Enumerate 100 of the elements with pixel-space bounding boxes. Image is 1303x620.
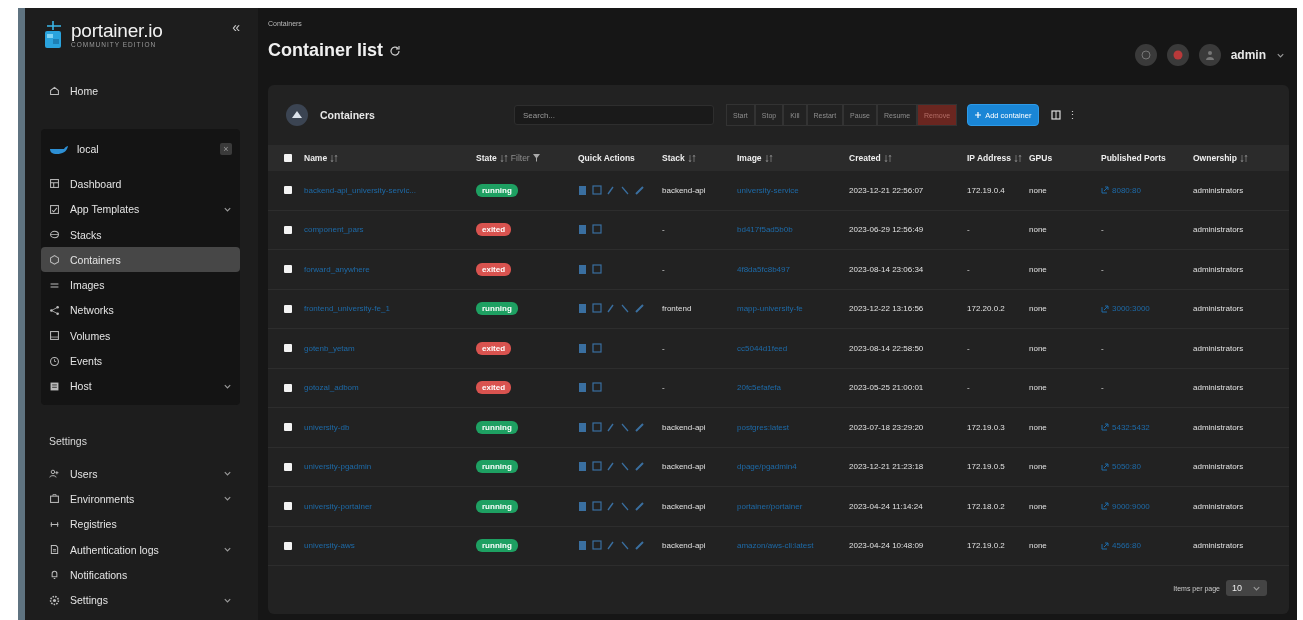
checkbox[interactable] <box>284 502 292 511</box>
checkbox[interactable] <box>284 304 292 313</box>
image-link[interactable]: university-service <box>737 185 849 195</box>
checkbox[interactable] <box>284 423 292 432</box>
terminal-icon[interactable] <box>592 421 602 433</box>
file-icon[interactable] <box>578 421 588 433</box>
sidebar-item[interactable]: Host <box>41 373 240 399</box>
container-name-link[interactable]: component_pars <box>304 225 476 235</box>
image-link[interactable]: 20fc5efafefa <box>737 383 849 393</box>
checkbox[interactable] <box>284 383 292 392</box>
column-header[interactable]: Name <box>304 153 328 163</box>
column-header[interactable]: Ownership <box>1193 153 1237 163</box>
container-name-link[interactable]: gotenb_yetam <box>304 343 476 353</box>
file-icon[interactable] <box>578 224 588 236</box>
terminal-icon[interactable] <box>592 303 602 315</box>
image-link[interactable]: bd417f5ad5b0b <box>737 225 849 235</box>
image-link[interactable]: postgres:latest <box>737 422 849 432</box>
checkbox[interactable] <box>284 225 292 234</box>
sidebar-item[interactable]: Volumes <box>41 323 240 349</box>
filter-label[interactable]: Filter <box>510 153 530 163</box>
image-link[interactable]: cc5044d1feed <box>737 343 849 353</box>
terminal-icon[interactable] <box>592 263 602 275</box>
container-name-link[interactable]: frontend_university-fe_1 <box>304 304 476 314</box>
terminal-icon[interactable] <box>592 382 602 394</box>
port-link[interactable]: 3000:3000 <box>1101 304 1193 314</box>
sidebar-item[interactable]: Stacks <box>41 221 240 248</box>
collapse-button[interactable]: « <box>232 20 240 34</box>
sidebar-item[interactable]: Dashboard <box>41 171 240 197</box>
image-link[interactable]: 4f8da5fc8b497 <box>737 264 849 274</box>
filter-icon[interactable] <box>532 154 540 162</box>
refresh-icon[interactable] <box>389 44 401 57</box>
username[interactable]: admin <box>1230 48 1266 62</box>
file-icon[interactable] <box>578 461 588 473</box>
slash-icon[interactable] <box>620 540 630 552</box>
terminal-icon[interactable] <box>592 184 602 196</box>
port-link[interactable]: 4566:80 <box>1101 541 1193 551</box>
image-link[interactable]: mapp-university-fe <box>737 304 849 314</box>
terminal-icon[interactable] <box>592 224 602 236</box>
checkbox[interactable] <box>284 186 292 195</box>
sidebar-item[interactable]: Users <box>41 460 240 487</box>
checkbox[interactable] <box>284 265 292 274</box>
image-link[interactable]: amazon/aws-cli:latest <box>737 541 849 551</box>
checkbox[interactable] <box>284 541 292 550</box>
container-name-link[interactable]: university-db <box>304 422 476 432</box>
slash-icon[interactable] <box>620 303 630 315</box>
port-link[interactable]: 9000:9000 <box>1101 501 1193 511</box>
file-icon[interactable] <box>578 382 588 394</box>
file-icon[interactable] <box>578 500 588 512</box>
terminal-icon[interactable] <box>592 342 602 354</box>
help-button[interactable] <box>1134 44 1157 66</box>
slash-icon[interactable] <box>620 461 630 473</box>
sort-icon[interactable] <box>1013 153 1022 163</box>
column-header[interactable]: State <box>476 153 497 163</box>
sidebar-item[interactable]: Events <box>41 348 240 374</box>
sidebar-item[interactable]: Notifications <box>41 562 240 588</box>
slash-icon[interactable] <box>620 500 630 512</box>
sidebar-item[interactable]: Registries <box>41 511 240 537</box>
container-name-link[interactable]: backend-api_university-servic... <box>304 185 476 195</box>
checkbox[interactable] <box>284 462 292 471</box>
page-size-select[interactable]: 10 <box>1226 580 1267 596</box>
sort-icon[interactable] <box>1239 153 1248 163</box>
close-button[interactable]: × <box>220 143 232 156</box>
more-button[interactable]: ⋮ <box>1067 108 1079 122</box>
notification-button[interactable] <box>1166 44 1189 66</box>
port-link[interactable]: 5432:5432 <box>1101 422 1193 432</box>
file-icon[interactable] <box>578 184 588 196</box>
checkbox[interactable] <box>284 344 292 353</box>
port-link[interactable]: 5050:80 <box>1101 462 1193 472</box>
sort-icon[interactable] <box>883 153 892 163</box>
sidebar-item[interactable]: Home <box>41 78 240 104</box>
checkbox[interactable] <box>284 154 292 162</box>
sidebar-item[interactable]: App Templates <box>41 196 240 222</box>
terminal-icon[interactable] <box>592 500 602 512</box>
column-header[interactable]: Stack <box>662 153 685 163</box>
column-header[interactable]: IP Address <box>967 153 1011 163</box>
container-name-link[interactable]: gotozal_adbom <box>304 383 476 393</box>
sidebar-item[interactable]: Images <box>41 272 240 298</box>
sidebar-item[interactable]: Settings <box>41 587 240 613</box>
search-field[interactable]: Search... <box>514 105 714 125</box>
column-header[interactable]: Created <box>849 153 881 163</box>
avatar-button[interactable] <box>1198 44 1221 66</box>
file-icon[interactable] <box>578 540 588 552</box>
container-name-link[interactable]: university-pgadmin <box>304 462 476 472</box>
sidebar-item[interactable]: Networks <box>41 297 240 324</box>
container-name-link[interactable]: forward_anywhere <box>304 264 476 274</box>
sort-icon[interactable] <box>687 153 696 163</box>
port-link[interactable]: 8080:80 <box>1101 185 1193 195</box>
slash-icon[interactable] <box>620 421 630 433</box>
container-name-link[interactable]: university-portainer <box>304 501 476 511</box>
image-link[interactable]: dpage/pgadmin4 <box>737 462 849 472</box>
terminal-icon[interactable] <box>592 540 602 552</box>
sort-icon[interactable] <box>764 153 773 163</box>
file-icon[interactable] <box>578 303 588 315</box>
slash-icon[interactable] <box>620 184 630 196</box>
file-icon[interactable] <box>578 263 588 275</box>
image-link[interactable]: portainer/portainer <box>737 501 849 511</box>
columns-icon[interactable] <box>1051 110 1062 120</box>
sidebar-item[interactable]: Containers <box>41 247 240 273</box>
terminal-icon[interactable] <box>592 461 602 473</box>
sidebar-item[interactable]: Authentication logs <box>41 536 240 563</box>
